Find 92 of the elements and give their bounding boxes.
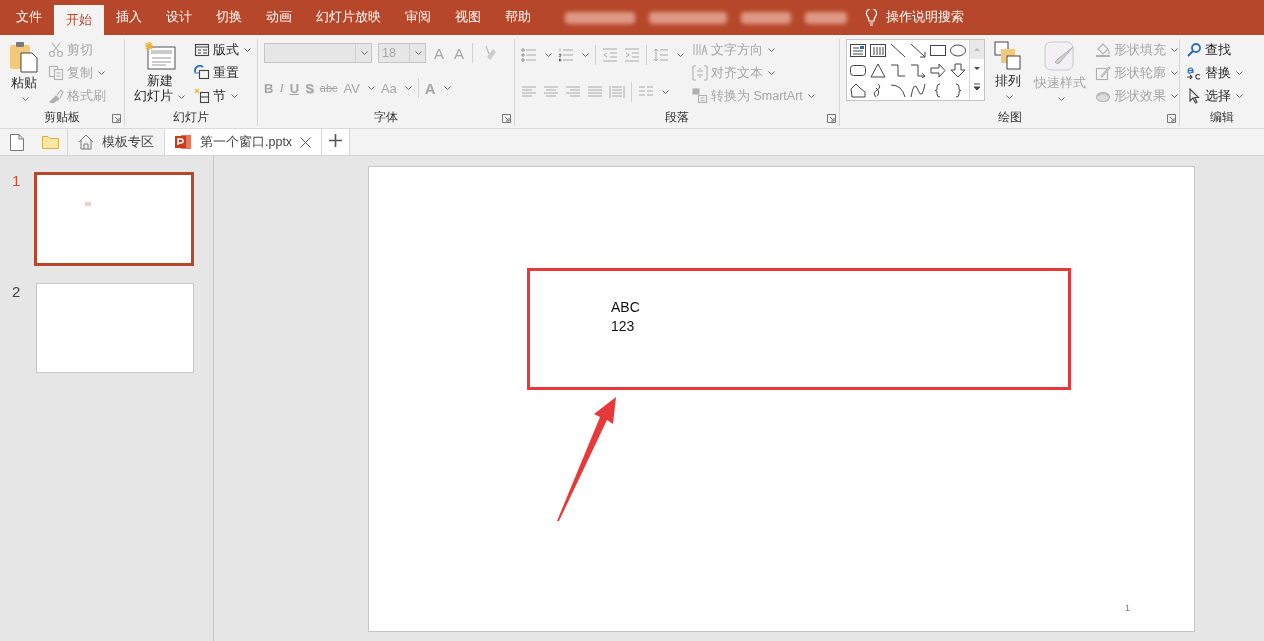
shape-gallery-icon[interactable] [850,83,866,98]
smartart-icon [692,88,708,104]
redaction-blur [565,11,635,24]
dialog-launcher-icon[interactable] [112,114,121,123]
copy-icon [48,65,64,81]
caret-icon [367,86,375,90]
quick-style-icon [1044,41,1076,73]
shape-gallery-icon[interactable] [850,63,866,78]
dialog-launcher-icon[interactable] [827,114,836,123]
replace-icon [1186,65,1202,81]
presentation-file-icon [175,134,192,150]
text-direction-icon [692,42,708,58]
group-label: 字体 [374,108,398,126]
new-slide-button[interactable]: 新建 幻灯片 [131,39,188,106]
caret-icon [361,51,368,55]
numbering-icon[interactable] [558,48,574,62]
dialog-launcher-icon[interactable] [1167,114,1176,123]
slide-number: 2 [11,283,22,300]
paste-button[interactable]: 粘贴 [6,39,42,103]
replace-button[interactable]: 替换 [1205,64,1231,82]
ribbon-tab[interactable]: 视图 [443,0,493,35]
brush-icon [48,88,64,104]
ribbon-tab[interactable]: 帮助 [493,0,543,35]
home-icon [78,134,94,150]
shape-gallery-icon[interactable] [950,43,966,58]
shape-gallery-icon[interactable] [910,63,926,78]
reset-icon [194,65,210,81]
ribbon-tab[interactable]: 幻灯片放映 [304,0,393,35]
ribbon-tab[interactable]: 插入 [104,0,154,35]
scissors-icon [48,42,64,58]
slide-thumbnail[interactable] [34,172,194,266]
group-label: 剪贴板 [44,108,80,126]
ribbon-tab[interactable]: 开始 [54,5,104,35]
arrange-icon [994,41,1022,71]
shape-gallery-icon[interactable] [850,43,866,58]
shape-gallery-icon[interactable] [890,43,906,58]
caret-icon [677,53,684,57]
group-label: 绘图 [997,108,1022,126]
section-icon [194,88,210,104]
slide-text: 123 [611,317,636,336]
ribbon-tab[interactable]: 审阅 [393,0,443,35]
shape-gallery-icon[interactable] [870,63,886,78]
find-button[interactable]: 查找 [1205,41,1231,59]
align-text-icon [692,65,708,81]
tell-me-search[interactable]: 操作说明搜索 [886,9,964,26]
arrange-button[interactable]: 排列 [991,39,1025,101]
paint-bucket-icon [1095,42,1111,58]
page-number: 1 [1125,603,1130,613]
group-label: 编辑 [1210,108,1234,126]
select-button[interactable]: 选择 [1205,87,1231,105]
caret-icon [404,86,412,90]
slide-text: ABC [611,298,640,317]
shape-gallery-icon[interactable] [910,83,926,98]
shape-gallery-icon[interactable] [890,83,906,98]
redaction-blur [805,11,847,24]
new-tab-button[interactable] [321,129,351,155]
caret-icon [443,86,451,90]
text-preview-icon [85,202,91,206]
group-label: 段落 [665,108,689,126]
dialog-launcher-icon[interactable] [502,114,511,123]
shape-gallery-icon[interactable] [930,63,946,78]
shape-gallery-icon[interactable] [930,43,946,58]
caret-icon [545,53,552,57]
slide-thumbnail[interactable] [36,283,194,373]
pencil-icon [1095,65,1111,81]
search-icon [1186,42,1202,58]
new-file-icon[interactable] [10,133,24,151]
shape-gallery-icon[interactable] [870,43,886,58]
ribbon-tab[interactable]: 文件 [4,0,54,35]
cursor-icon [1186,88,1202,104]
close-icon[interactable] [300,136,312,148]
ribbon-tab[interactable]: 动画 [254,0,304,35]
layout-button[interactable]: 版式 [213,41,239,59]
clipboard-icon [9,41,39,73]
font-name-field[interactable] [264,43,372,63]
caret-icon [415,51,422,55]
shape-gallery-icon[interactable] [950,63,966,78]
lightbulb-icon [865,9,878,26]
section-button[interactable]: 节 [213,87,226,105]
reset-button[interactable]: 重置 [213,64,239,82]
redaction-blur [741,11,791,24]
caret-icon [662,90,669,94]
shape-gallery-icon[interactable] [910,43,926,58]
ribbon-tab[interactable]: 切换 [204,0,254,35]
ribbon-tab[interactable]: 设计 [154,0,204,35]
caret-icon [582,53,589,57]
group-label: 幻灯片 [173,108,209,126]
slide-number: 1 [11,172,22,189]
document-tab[interactable]: 第一个窗口.pptx [164,129,322,155]
layout-icon [194,42,210,58]
new-slide-icon [143,41,176,71]
plus-icon [329,134,343,147]
